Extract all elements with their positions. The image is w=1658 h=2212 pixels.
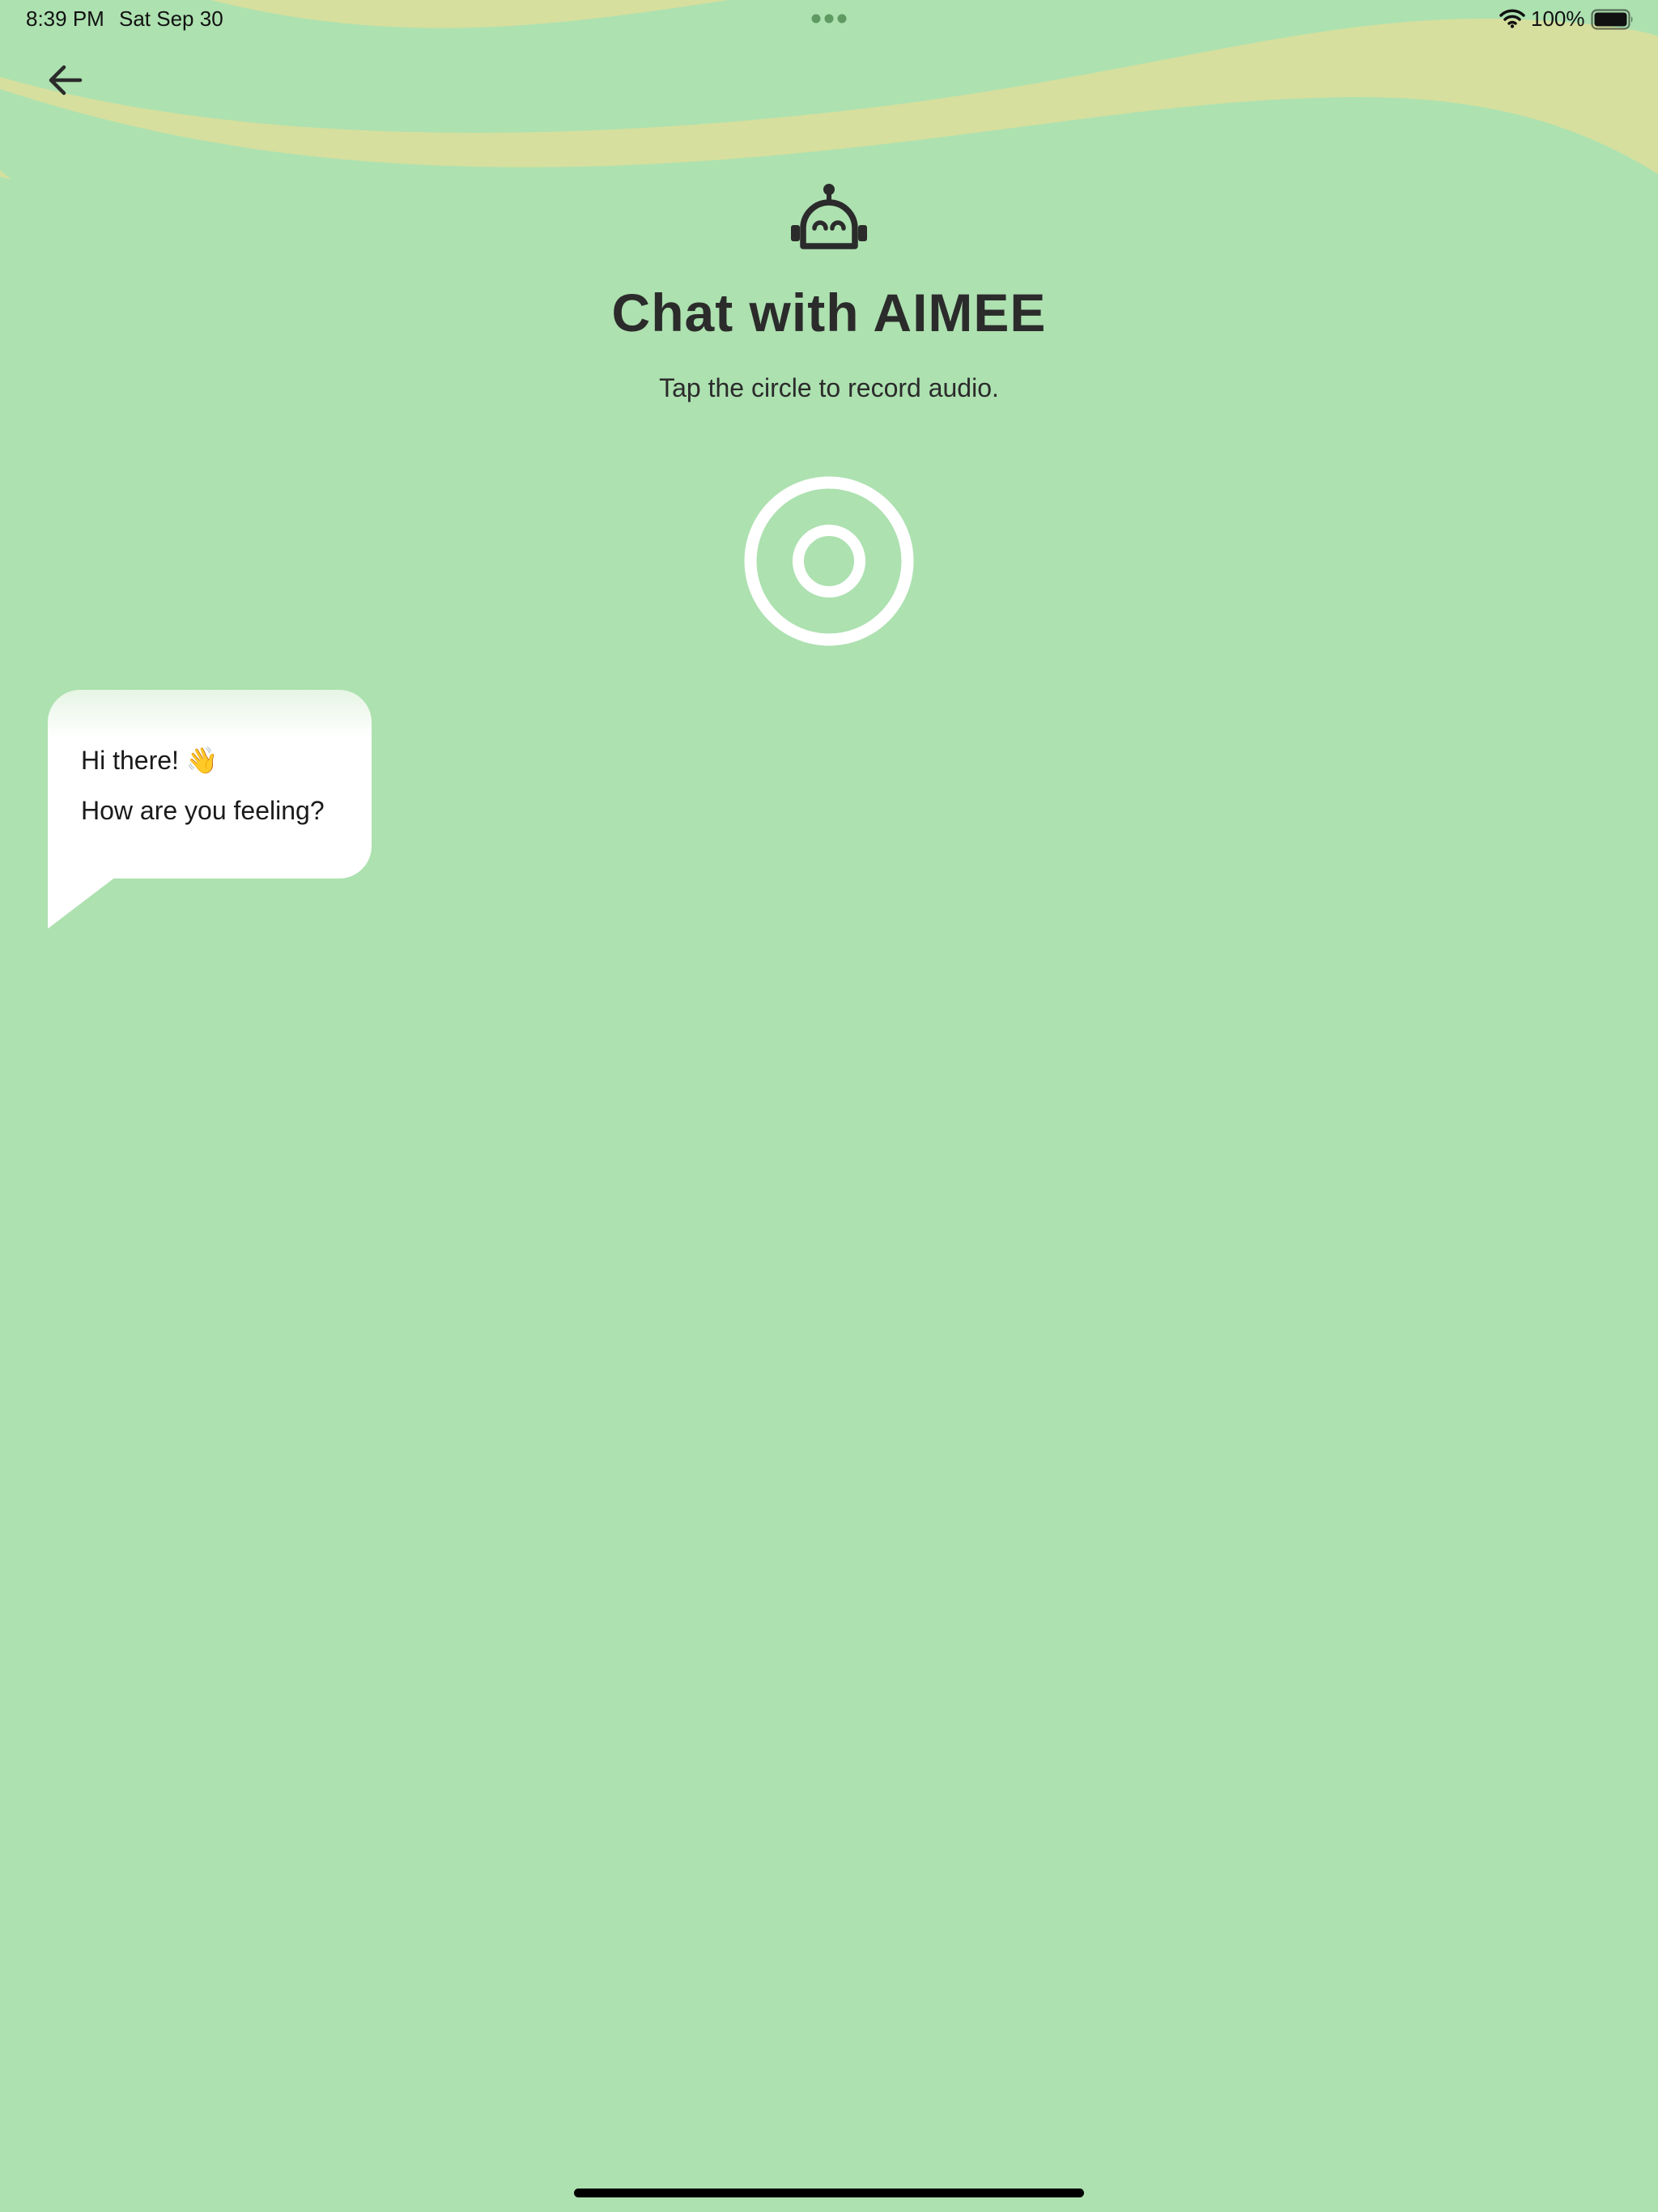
chat-message-greeting: Hi there! 👋 — [81, 746, 219, 775]
multitasking-dots-icon[interactable] — [810, 12, 848, 25]
chat-bubble: Hi there! 👋 How are you feeling? — [48, 690, 372, 878]
status-time: 8:39 PM — [26, 6, 104, 31]
record-circle-icon — [793, 525, 865, 598]
page-title: Chat with AIMEE — [611, 283, 1047, 342]
arrow-left-icon — [49, 65, 83, 96]
status-date: Sat Sep 30 — [119, 6, 223, 31]
battery-icon — [1591, 9, 1633, 30]
chat-bubble-tail — [48, 877, 116, 929]
page-subtitle: Tap the circle to record audio. — [659, 373, 999, 402]
chat-message-question: How are you feeling? — [81, 796, 325, 825]
back-button[interactable] — [42, 57, 89, 104]
record-button[interactable] — [742, 474, 916, 648]
wifi-icon — [1499, 9, 1525, 28]
status-bar: 8:39 PM Sat Sep 30 100% — [0, 0, 1658, 39]
home-indicator[interactable] — [574, 2189, 1084, 2197]
battery-percentage: 100% — [1531, 6, 1585, 31]
robot-icon — [791, 184, 867, 249]
